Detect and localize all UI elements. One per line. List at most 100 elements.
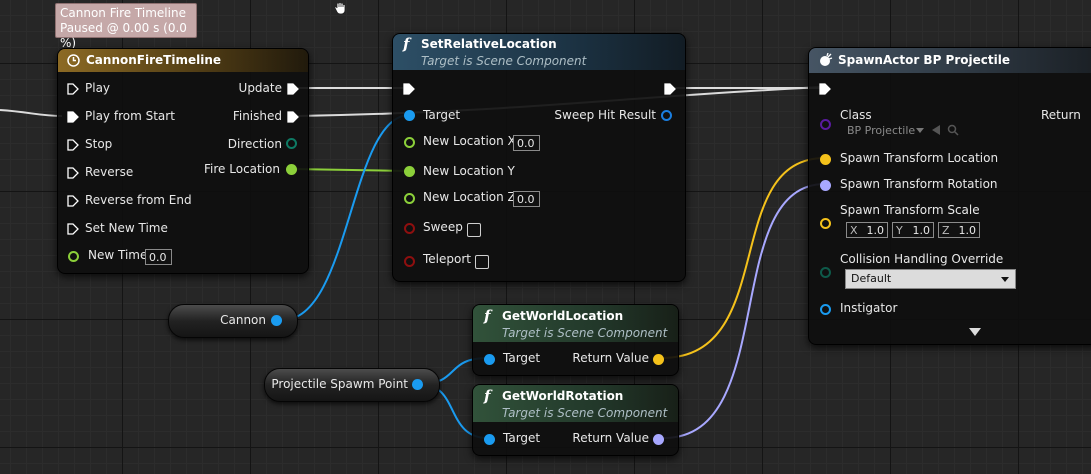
play-from-start-exec-pin[interactable] — [67, 111, 79, 123]
set-relative-location-subtitle: Target is Scene Component — [421, 54, 587, 68]
spawn-exec-in-pin[interactable] — [819, 83, 831, 95]
sweep-hit-result-label: Sweep Hit Result — [554, 108, 656, 122]
teleport-checkbox[interactable] — [475, 255, 489, 269]
update-exec-pin[interactable] — [287, 83, 299, 95]
get-world-rotation-node[interactable]: f GetWorldRotation Target is Scene Compo… — [472, 384, 679, 456]
scale-z-axis-label: Z — [942, 224, 950, 237]
vector-wire-location[interactable] — [661, 157, 826, 359]
finished-exec-pin[interactable] — [287, 111, 299, 123]
collision-dropdown[interactable]: Default — [845, 269, 1016, 289]
new-location-z-label: New Location Z — [423, 190, 516, 204]
fire-location-label: Fire Location — [204, 162, 280, 176]
get-world-rotation-subtitle: Target is Scene Component — [502, 406, 668, 420]
get-rot-return-pin[interactable] — [653, 434, 664, 445]
new-time-value[interactable]: 0.0 — [145, 249, 172, 265]
function-icon: f — [403, 35, 410, 53]
get-world-rotation-title: GetWorldRotation — [502, 389, 624, 403]
direction-pin[interactable] — [286, 138, 297, 149]
spawn-actor-node[interactable]: SpawnActor BP Projectile Class Return BP… — [808, 47, 1091, 345]
play-exec-pin[interactable] — [67, 83, 79, 95]
return-label: Return — [1041, 108, 1081, 122]
collision-label: Collision Handling Override — [840, 252, 1004, 266]
projectile-spawn-point-variable-node[interactable]: Projectile Spawm Point — [264, 368, 440, 402]
timeline-node-title: CannonFireTimeline — [86, 53, 221, 67]
new-location-x-value[interactable]: 0.0 — [513, 135, 540, 151]
teleport-label: Teleport — [423, 252, 471, 266]
collision-pin[interactable] — [820, 267, 831, 278]
new-location-z-pin[interactable] — [404, 193, 415, 204]
set-rel-exec-in-pin[interactable] — [403, 83, 415, 95]
cannon-output-pin[interactable] — [271, 315, 282, 326]
get-loc-target-pin[interactable] — [484, 354, 495, 365]
class-value-selector[interactable]: BP Projectile — [847, 124, 915, 137]
projectile-spawn-point-label: Projectile Spawm Point — [271, 377, 408, 391]
timeline-node[interactable]: CannonFireTimeline Play Play from Start … — [57, 48, 309, 274]
new-time-pin[interactable] — [68, 251, 79, 262]
function-icon: f — [484, 307, 491, 325]
stop-label: Stop — [85, 137, 113, 151]
get-loc-return-label: Return Value — [572, 351, 649, 365]
spawn-location-pin[interactable] — [820, 154, 831, 165]
get-rot-return-label: Return Value — [572, 431, 649, 445]
function-icon: f — [484, 387, 491, 405]
finished-label: Finished — [232, 109, 282, 123]
use-selected-arrow-icon[interactable] — [932, 125, 940, 135]
scale-x-field[interactable]: X 1.0 — [846, 222, 888, 238]
scale-y-axis-label: Y — [896, 224, 903, 237]
set-rel-exec-out-pin[interactable] — [664, 83, 676, 95]
timeline-tooltip: Cannon Fire Timeline Paused @ 0.00 s (0.… — [55, 3, 197, 50]
scale-x-value: 1.0 — [866, 224, 885, 237]
get-world-location-title: GetWorldLocation — [502, 309, 624, 323]
dropdown-arrow-icon — [1001, 277, 1009, 282]
new-location-z-value[interactable]: 0.0 — [513, 191, 540, 207]
float-wire-fire-location[interactable] — [291, 168, 409, 172]
cannon-variable-label: Cannon — [220, 313, 266, 327]
exec-wire-in[interactable] — [0, 109, 63, 117]
teleport-pin[interactable] — [404, 256, 415, 267]
hand-cursor-icon — [334, 2, 346, 15]
new-location-y-label: New Location Y — [423, 164, 515, 178]
tooltip-status: Paused @ 0.00 s (0.0 %) — [60, 21, 187, 50]
reverse-exec-pin[interactable] — [67, 167, 79, 179]
play-label: Play — [85, 81, 111, 95]
direction-label: Direction — [227, 137, 282, 151]
scale-y-field[interactable]: Y 1.0 — [892, 222, 934, 238]
class-label: Class — [840, 108, 872, 122]
get-loc-target-label: Target — [503, 351, 541, 365]
cannon-variable-node[interactable]: Cannon — [168, 304, 298, 338]
browse-search-icon[interactable] — [947, 124, 959, 136]
rotator-wire-rotation[interactable] — [663, 183, 826, 439]
sweep-pin[interactable] — [404, 223, 415, 234]
sweep-checkbox[interactable] — [467, 223, 481, 237]
expand-arrow-icon[interactable] — [969, 328, 981, 336]
clock-icon — [67, 54, 80, 67]
sweep-hit-result-pin[interactable] — [661, 110, 672, 121]
tooltip-title: Cannon Fire Timeline — [60, 6, 186, 20]
spawn-rotation-pin[interactable] — [820, 180, 831, 191]
get-rot-target-label: Target — [503, 431, 541, 445]
set-relative-location-node[interactable]: f SetRelativeLocation Target is Scene Co… — [392, 33, 686, 282]
spawn-rotation-label: Spawn Transform Rotation — [840, 177, 998, 191]
set-rel-target-pin[interactable] — [404, 110, 415, 121]
class-pin[interactable] — [820, 119, 831, 130]
spawn-scale-pin[interactable] — [820, 218, 831, 229]
spawn-icon — [820, 53, 833, 66]
get-loc-return-pin[interactable] — [653, 354, 664, 365]
reverse-from-end-exec-pin[interactable] — [67, 195, 79, 207]
stop-exec-pin[interactable] — [67, 139, 79, 151]
spawn-location-label: Spawn Transform Location — [840, 151, 999, 165]
update-label: Update — [238, 81, 282, 95]
new-location-x-pin[interactable] — [404, 137, 415, 148]
new-location-y-pin[interactable] — [404, 166, 415, 177]
collision-dropdown-value: Default — [851, 272, 892, 285]
get-world-location-node[interactable]: f GetWorldLocation Target is Scene Compo… — [472, 304, 679, 376]
spawn-scale-label: Spawn Transform Scale — [840, 203, 980, 217]
projectile-spawn-point-output-pin[interactable] — [412, 379, 423, 390]
get-rot-target-pin[interactable] — [484, 434, 495, 445]
scale-z-field[interactable]: Z 1.0 — [938, 222, 980, 238]
scale-z-value: 1.0 — [958, 224, 977, 237]
set-new-time-exec-pin[interactable] — [67, 223, 79, 235]
instigator-pin[interactable] — [820, 304, 831, 315]
fire-location-pin[interactable] — [286, 164, 297, 175]
class-dropdown-arrow-icon[interactable] — [916, 128, 924, 133]
